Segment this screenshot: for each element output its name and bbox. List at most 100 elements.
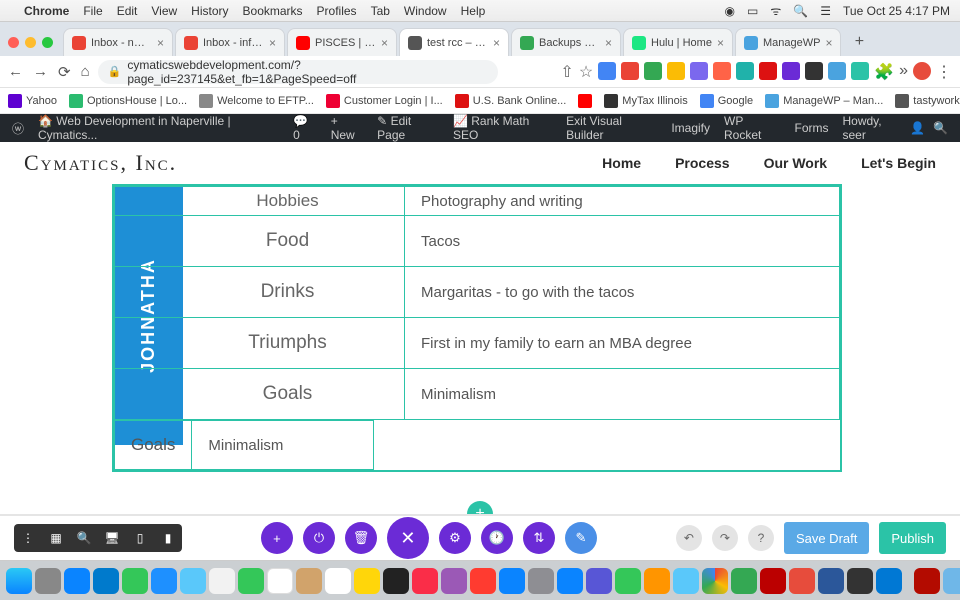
ext-7[interactable] [736,62,754,80]
back-button[interactable]: ← [8,63,23,81]
dock-app-3[interactable] [586,568,612,594]
menu-file[interactable]: File [83,4,102,18]
clock[interactable]: Tue Oct 25 4:17 PM [843,4,950,18]
dock-app-5[interactable] [644,568,670,594]
ext-5[interactable] [690,62,708,80]
dock-chrome[interactable] [702,568,728,594]
swap-button[interactable]: ⇅ [523,522,555,554]
tab-test-rcc[interactable]: test rcc – Web De× [399,28,509,56]
overflow-icon[interactable]: » [899,62,908,82]
ext-12[interactable] [851,62,869,80]
wifi-icon[interactable]: ᯤ [770,2,781,19]
dock-messages[interactable] [122,568,148,594]
nav-lets-begin[interactable]: Let's Begin [861,155,936,171]
dock-word[interactable] [818,568,844,594]
dock-notes[interactable] [354,568,380,594]
menu-profiles[interactable]: Profiles [317,4,357,18]
forward-button[interactable]: → [33,63,48,81]
profile-avatar[interactable] [913,62,931,80]
dock-facetime[interactable] [238,568,264,594]
minimize-window[interactable] [25,37,36,48]
tab-pisces[interactable]: PISCES | Listen× [287,28,397,56]
ext-2[interactable] [621,62,639,80]
dock-maps[interactable] [180,568,206,594]
wp-imagify[interactable]: Imagify [671,121,710,135]
close-icon[interactable]: × [269,36,276,50]
dock-app-9[interactable] [847,568,873,594]
wp-site-name[interactable]: 🏠 Web Development in Naperville | Cymati… [38,114,279,142]
publish-button[interactable]: Publish [879,522,946,554]
dock-mail[interactable] [151,568,177,594]
tab-backups[interactable]: Backups and dupli× [511,28,621,56]
extensions-icon[interactable]: 🧩 [874,62,894,82]
ext-1[interactable] [598,62,616,80]
close-icon[interactable]: × [825,36,832,50]
dock-app-2[interactable] [557,568,583,594]
dock-calendar[interactable] [267,568,293,594]
dock-contacts[interactable] [296,568,322,594]
menu-edit[interactable]: Edit [117,4,138,18]
nav-home[interactable]: Home [602,155,641,171]
power-button[interactable]: ⏻ [303,522,335,554]
dock-podcasts[interactable] [441,568,467,594]
edit-button[interactable]: ✎ [565,522,597,554]
dock-finder[interactable] [6,568,32,594]
wp-comments[interactable]: 💬 0 [293,114,317,142]
wp-avatar-icon[interactable]: 👤 [910,121,925,135]
bookmark-youtube[interactable] [578,94,592,108]
record-icon[interactable]: ◉ [725,4,735,18]
bookmark-managewp[interactable]: ManageWP – Man... [765,94,883,108]
tab-inbox-1[interactable]: Inbox - nmikyska@× [63,28,173,56]
tab-inbox-2[interactable]: Inbox - info@cym× [175,28,285,56]
settings-button[interactable]: ⚙ [439,522,471,554]
save-draft-button[interactable]: Save Draft [784,522,869,554]
nav-our-work[interactable]: Our Work [764,155,828,171]
bookmark-mytax[interactable]: MyTax Illinois [604,94,687,108]
ext-9[interactable] [782,62,800,80]
dock-app-1[interactable] [528,568,554,594]
desktop-icon[interactable]: 🖥 [98,524,126,552]
menu-icon[interactable]: ⋮ [14,524,42,552]
dock-tv[interactable] [383,568,409,594]
ext-10[interactable] [805,62,823,80]
close-window[interactable] [8,37,19,48]
tab-managewp[interactable]: ManageWP× [735,28,842,56]
tab-hulu[interactable]: Hulu | Home× [623,28,733,56]
dock-app-4[interactable] [615,568,641,594]
bookmark-google[interactable]: Google [700,94,753,108]
ext-8[interactable] [759,62,777,80]
wireframe-icon[interactable]: ▦ [42,524,70,552]
wp-new[interactable]: + New [331,114,363,142]
nav-process[interactable]: Process [675,155,729,171]
menu-history[interactable]: History [191,4,228,18]
address-bar[interactable]: 🔒 cymaticswebdevelopment.com/?page_id=23… [98,60,498,84]
bookmark-eftp[interactable]: Welcome to EFTP... [199,94,314,108]
maximize-window[interactable] [42,37,53,48]
history-button[interactable]: 🕐 [481,522,513,554]
dock-reminders[interactable] [325,568,351,594]
wp-logo-icon[interactable]: ⓦ [12,120,24,137]
star-icon[interactable]: ☆ [579,62,593,82]
close-icon[interactable]: × [381,36,388,50]
dock-folder-1[interactable] [943,568,960,594]
close-icon[interactable]: × [717,36,724,50]
zoom-icon[interactable]: 🔍 [70,524,98,552]
wp-forms[interactable]: Forms [794,121,828,135]
close-icon[interactable]: × [157,36,164,50]
dock-app-8[interactable] [789,568,815,594]
help-button[interactable]: ? [748,525,774,551]
ext-3[interactable] [644,62,662,80]
dock-music[interactable] [412,568,438,594]
wp-edit-page[interactable]: ✎ Edit Page [377,114,439,142]
wp-rank-math[interactable]: 📈 Rank Math SEO [453,114,552,142]
search-icon[interactable]: 🔍 [793,4,808,18]
ext-4[interactable] [667,62,685,80]
dock-safari[interactable] [64,568,90,594]
menu-help[interactable]: Help [461,4,486,18]
tablet-icon[interactable]: ▯ [126,524,154,552]
bookmark-usbank[interactable]: U.S. Bank Online... [455,94,567,108]
new-tab-button[interactable]: + [847,30,871,54]
dock-acrobat[interactable] [914,568,940,594]
wp-howdy[interactable]: Howdy, seer [842,114,902,142]
control-center-icon[interactable]: ☰ [820,4,831,18]
